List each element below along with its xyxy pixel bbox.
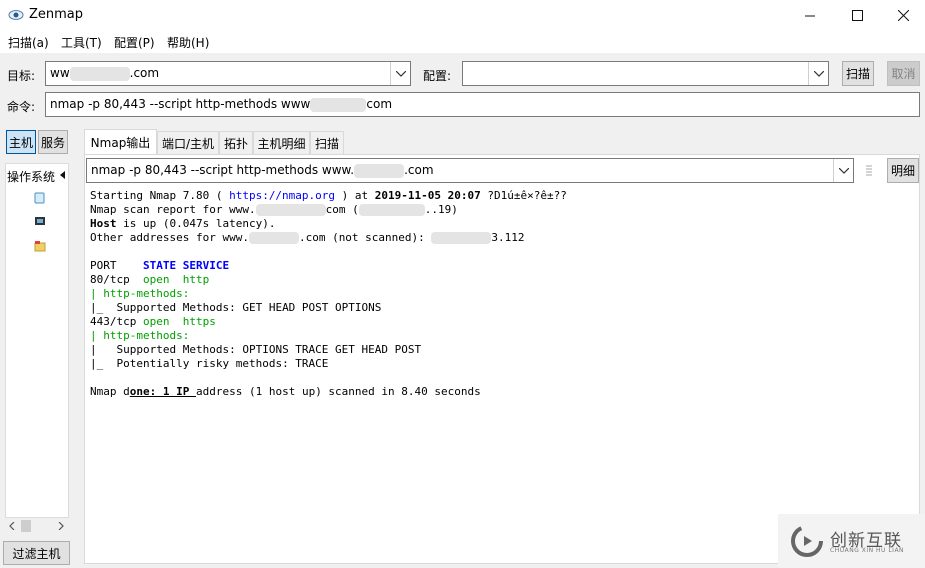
- tab-nmap-output[interactable]: Nmap输出: [84, 129, 157, 155]
- minimize-icon: [805, 15, 815, 16]
- script-line: |_ Supported Methods: GET HEAD POST OPTI…: [90, 301, 382, 314]
- tab-topology[interactable]: 拓扑: [219, 131, 253, 155]
- port-row: 80/tcp open http: [90, 273, 210, 286]
- details-button[interactable]: 明细: [887, 158, 919, 183]
- window-title: Zenmap: [29, 7, 84, 22]
- sort-arrow-icon: [60, 171, 65, 179]
- menu-tools[interactable]: 工具(T): [61, 34, 102, 51]
- close-button[interactable]: [880, 0, 925, 31]
- watermark-logo: 创新互联 CHUANG XIN HU LIAN: [778, 514, 925, 568]
- scroll-thumb[interactable]: [21, 520, 31, 532]
- watermark-logo-icon: [791, 525, 823, 557]
- command-label: 命令:: [7, 100, 36, 114]
- menu-scan[interactable]: 扫描(a): [8, 34, 49, 51]
- scroll-right-icon[interactable]: [58, 522, 64, 530]
- watermark-subtext: CHUANG XIN HU LIAN: [830, 547, 905, 554]
- port-table-header: PORT STATE SERVICE: [90, 259, 230, 272]
- host-list-panel: 操作系统: [5, 163, 69, 518]
- chevron-down-icon: [813, 70, 824, 77]
- port-row: 443/tcp open https: [90, 315, 216, 328]
- script-line: | http-methods:: [90, 287, 190, 300]
- output-line: Host is up (0.047s latency).: [90, 217, 276, 230]
- tab-host-details[interactable]: 主机明细: [253, 131, 310, 155]
- host-os-icon[interactable]: [34, 240, 46, 252]
- tab-ports-hosts[interactable]: 端口/主机: [157, 131, 219, 155]
- output-command-dropdown-button[interactable]: [833, 159, 853, 182]
- tab-scans[interactable]: 扫描: [310, 131, 344, 155]
- chevron-down-icon: [395, 70, 406, 77]
- maximize-icon: [851, 10, 863, 21]
- target-label: 目标:: [7, 69, 36, 83]
- script-line: | Supported Methods: OPTIONS TRACE GET H…: [90, 343, 422, 356]
- target-dropdown-button[interactable]: [390, 62, 410, 85]
- scroll-left-icon[interactable]: [9, 522, 15, 530]
- scan-button[interactable]: 扫描: [842, 61, 874, 86]
- script-line: | http-methods:: [90, 329, 190, 342]
- output-command-value[interactable]: nmap -p 80,443 --script http-methods www…: [91, 163, 434, 178]
- script-line: |_ Potentially risky methods: TRACE: [90, 357, 329, 370]
- maximize-button[interactable]: [834, 0, 880, 31]
- filter-hosts-button[interactable]: 过滤主机: [3, 541, 70, 565]
- host-list-scrollbar[interactable]: [5, 518, 69, 534]
- menu-profile[interactable]: 配置(P): [114, 34, 155, 51]
- hosts-toggle[interactable]: 主机: [6, 130, 36, 154]
- close-icon: [897, 10, 909, 21]
- target-combo[interactable]: ww .com: [45, 61, 411, 86]
- nmap-output-text[interactable]: Starting Nmap 7.80 ( https://nmap.org ) …: [90, 189, 567, 399]
- output-line: Nmap scan report for www. com (..19): [90, 203, 458, 216]
- title-bar: Zenmap: [0, 0, 925, 31]
- output-line: Starting Nmap 7.80 ( https://nmap.org ) …: [90, 189, 567, 202]
- cancel-button[interactable]: 取消: [887, 61, 920, 86]
- scan-done-line: Nmap done: 1 IP address (1 host up) scan…: [90, 385, 481, 398]
- host-os-icon[interactable]: [34, 192, 46, 204]
- chevron-down-icon: [838, 167, 849, 174]
- menu-help[interactable]: 帮助(H): [167, 34, 209, 51]
- host-os-icon[interactable]: [34, 216, 46, 228]
- zenmap-eye-icon: [8, 10, 24, 20]
- grip-icon: [866, 165, 872, 176]
- os-header-label: 操作系统: [7, 170, 56, 184]
- profile-label: 配置:: [423, 69, 452, 83]
- services-toggle[interactable]: 服务: [38, 130, 68, 154]
- minimize-button[interactable]: [787, 0, 833, 31]
- profile-dropdown-button[interactable]: [808, 62, 828, 85]
- output-line: Other addresses for www. .com (not scanne…: [90, 231, 525, 244]
- os-column-header[interactable]: 操作系统: [6, 166, 68, 184]
- output-command-combo[interactable]: nmap -p 80,443 --script http-methods www…: [86, 158, 854, 183]
- target-value[interactable]: ww .com: [50, 66, 159, 81]
- command-input[interactable]: nmap -p 80,443 --script http-methods www…: [45, 92, 920, 117]
- command-value[interactable]: nmap -p 80,443 --script http-methods www…: [50, 97, 392, 112]
- menu-bar: 扫描(a) 工具(T) 配置(P) 帮助(H): [0, 31, 925, 53]
- profile-combo[interactable]: [462, 61, 829, 86]
